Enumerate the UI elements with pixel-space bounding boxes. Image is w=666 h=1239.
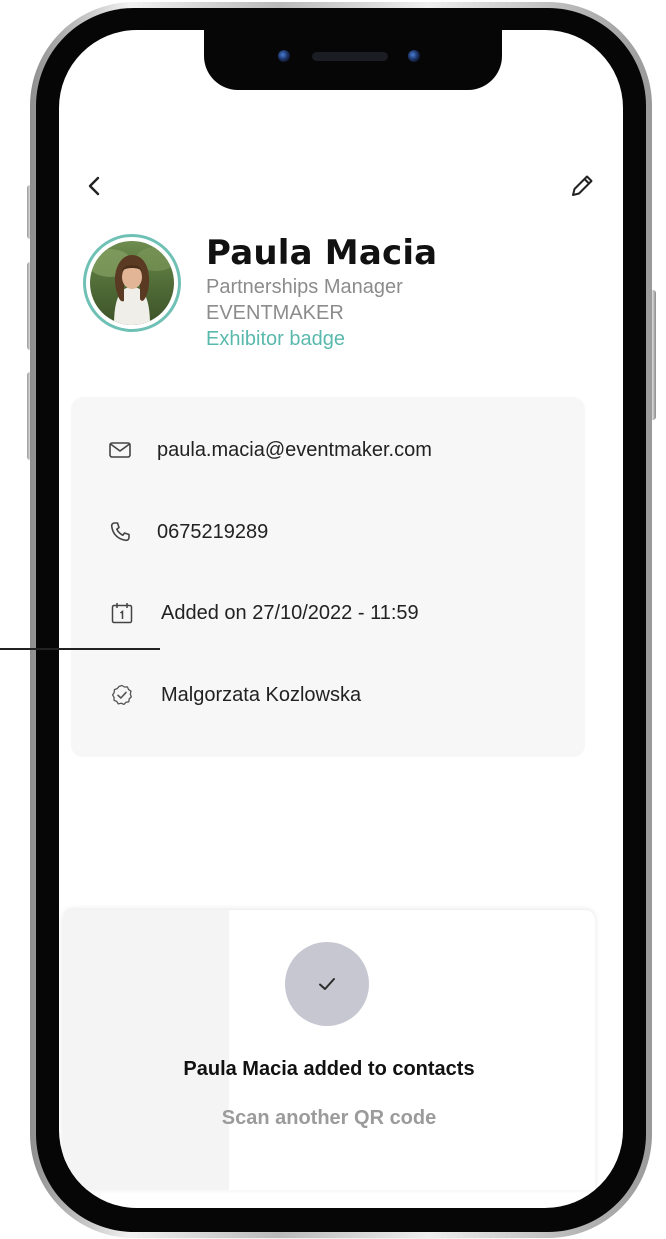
edit-contact-button[interactable] — [562, 166, 602, 206]
email-row[interactable]: paula.macia@eventmaker.com — [107, 430, 432, 470]
contact-job-title: Partnerships Manager — [206, 276, 403, 298]
contact-added-sheet: Paula Macia added to contacts Scan anoth… — [63, 910, 595, 1190]
avatar — [83, 234, 181, 332]
contact-details-card: paula.macia@eventmaker.com 0675219289 Ad… — [71, 397, 585, 757]
back-button[interactable] — [77, 168, 113, 204]
avatar-photo — [90, 241, 174, 325]
added-by-text: Malgorzata Kozlowska — [161, 683, 362, 706]
contact-name: Paula Macia — [206, 233, 438, 273]
sheet-shaded-area — [63, 910, 229, 1190]
face-sensor — [408, 50, 420, 62]
envelope-icon — [107, 437, 133, 463]
callout-pointer-line — [0, 648, 160, 650]
phone-bezel: Paula Macia Partnerships Manager EVENTMA… — [36, 8, 646, 1232]
added-by-row: Malgorzata Kozlowska — [109, 675, 361, 715]
scan-another-qr-button[interactable]: Scan another QR code — [199, 1100, 459, 1136]
front-camera — [278, 50, 290, 62]
phone-notch — [204, 30, 502, 90]
added-date-text: Added on 27/10/2022 - 11:59 — [161, 601, 419, 624]
email-text: paula.macia@eventmaker.com — [157, 438, 432, 461]
added-date-row: Added on 27/10/2022 - 11:59 — [109, 593, 419, 633]
checkmark-icon — [319, 978, 335, 990]
chevron-left-icon — [88, 176, 100, 196]
contact-badge: Exhibitor badge — [206, 328, 345, 350]
check-circle-icon — [109, 682, 135, 708]
phone-row[interactable]: 0675219289 — [107, 512, 268, 552]
app-screen: Paula Macia Partnerships Manager EVENTMA… — [59, 30, 623, 1208]
calendar-icon — [109, 600, 135, 626]
contact-added-message: Paula Macia added to contacts — [183, 1058, 475, 1080]
earpiece-speaker — [312, 52, 388, 61]
phone-text: 0675219289 — [157, 520, 269, 543]
contact-header: Paula Macia Partnerships Manager EVENTMA… — [206, 232, 437, 352]
confirmation-badge — [285, 942, 369, 1026]
contact-company: EVENTMAKER — [206, 302, 344, 324]
pencil-icon — [572, 175, 593, 196]
phone-icon — [107, 519, 133, 545]
phone-frame: Paula Macia Partnerships Manager EVENTMA… — [30, 2, 652, 1238]
